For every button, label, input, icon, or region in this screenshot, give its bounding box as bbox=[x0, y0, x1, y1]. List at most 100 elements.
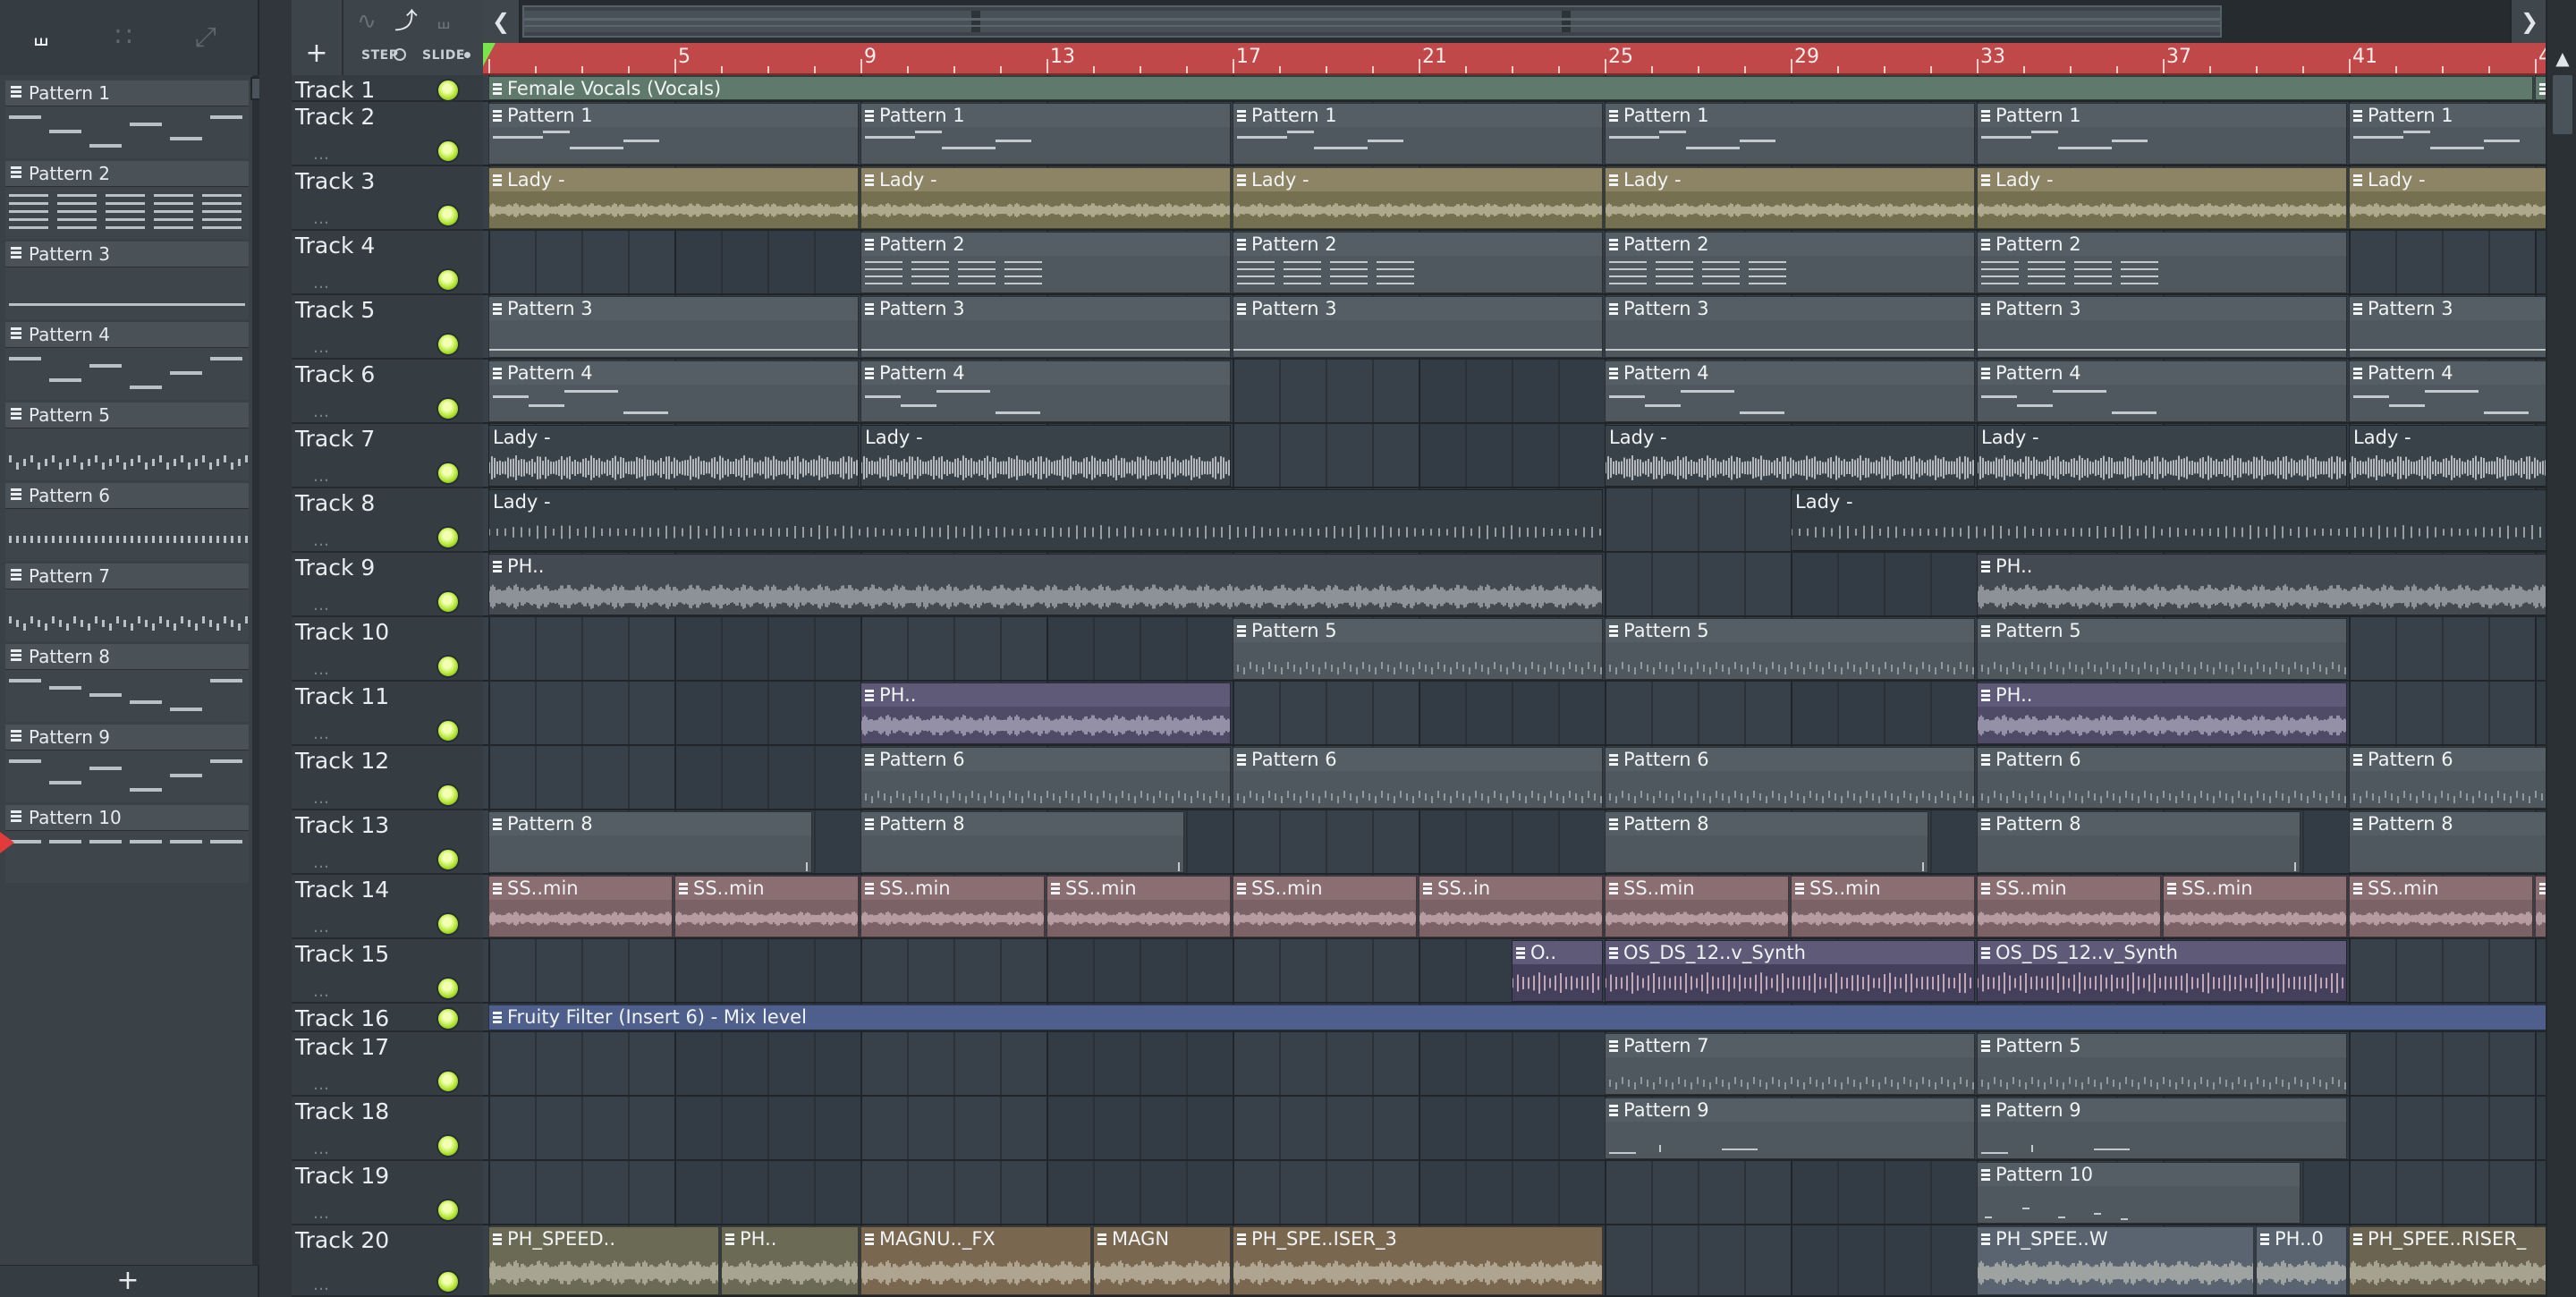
picker-pattern-item[interactable]: Pattern 1 bbox=[5, 81, 249, 159]
add-pattern-button[interactable]: + bbox=[114, 1267, 141, 1294]
track-header[interactable]: Track 4… bbox=[292, 231, 483, 295]
track-mute-led[interactable] bbox=[436, 977, 460, 1000]
track-name[interactable]: Track 17 bbox=[295, 1034, 389, 1061]
pattern-clip[interactable]: Pattern 2 bbox=[860, 232, 1231, 293]
pattern-clip[interactable]: Pattern 3 bbox=[2349, 296, 2546, 358]
track-options-icon[interactable]: … bbox=[313, 147, 329, 163]
audio-clip[interactable]: Lady - bbox=[488, 167, 859, 229]
audio-clip[interactable]: SS..min bbox=[2349, 876, 2533, 937]
audio-clip[interactable]: Lady - bbox=[1977, 167, 2347, 229]
track-mute-led[interactable] bbox=[436, 1270, 460, 1293]
track-name[interactable]: Track 7 bbox=[295, 426, 375, 453]
pattern-clip[interactable]: Pattern 4 bbox=[1605, 360, 1975, 422]
pattern-clip[interactable]: Pattern 3 bbox=[1977, 296, 2347, 358]
picker-pattern-item[interactable]: Pattern 9 bbox=[5, 725, 249, 803]
audio-clip[interactable]: O.. bbox=[1512, 940, 1603, 1002]
track-header[interactable]: Track 11… bbox=[292, 682, 483, 746]
pattern-clip[interactable]: Pattern 9 bbox=[1977, 1098, 2347, 1159]
audio-clip[interactable]: Lady - bbox=[488, 425, 859, 487]
pattern-clip[interactable]: Pattern 1 bbox=[1233, 103, 1603, 165]
picker-pattern-item[interactable]: Pattern 8 bbox=[5, 644, 249, 723]
track-options-icon[interactable]: … bbox=[313, 533, 329, 549]
track-name[interactable]: Track 20 bbox=[295, 1227, 389, 1254]
track-name[interactable]: Track 9 bbox=[295, 555, 375, 581]
audio-clip[interactable]: SS..min bbox=[1977, 876, 2161, 937]
audio-clip[interactable]: SS..in bbox=[1419, 876, 1603, 937]
picker-pattern-header[interactable]: Pattern 5 bbox=[5, 403, 249, 428]
audio-clip[interactable]: PH.. bbox=[721, 1226, 859, 1295]
track-name[interactable]: Track 5 bbox=[295, 297, 375, 324]
track-options-icon[interactable]: … bbox=[313, 211, 329, 227]
picker-pattern-item[interactable]: Pattern 6 bbox=[5, 483, 249, 562]
track-name[interactable]: Track 11 bbox=[295, 683, 389, 710]
audio-clip[interactable]: Female Vocals (Vocals) bbox=[488, 76, 2533, 100]
track-name[interactable]: Track 18 bbox=[295, 1098, 389, 1125]
audio-clip[interactable]: MAGNU.._FX bbox=[860, 1226, 1091, 1295]
audio-clip[interactable]: SS..min bbox=[674, 876, 859, 937]
timeline-ruler[interactable]: 5913172125293337414549535761656973778185 bbox=[483, 43, 2563, 75]
track-mute-led[interactable] bbox=[436, 462, 460, 485]
pattern-clip[interactable]: Pattern 6 bbox=[1233, 747, 1603, 809]
track-options-icon[interactable]: … bbox=[313, 1077, 329, 1093]
audio-clip[interactable]: Lady - bbox=[860, 425, 1231, 487]
pattern-clip[interactable]: Pattern 6 bbox=[1977, 747, 2347, 809]
picker-pattern-item[interactable]: Pattern 5 bbox=[5, 403, 249, 481]
track-mute-led[interactable] bbox=[436, 1070, 460, 1093]
pattern-clip[interactable]: Pattern 2 bbox=[1977, 232, 2347, 293]
step-toggle[interactable] bbox=[394, 48, 406, 61]
audio-clip[interactable]: Lady - bbox=[1605, 425, 1975, 487]
track-options-icon[interactable]: … bbox=[313, 1206, 329, 1222]
audio-clip[interactable]: PH_SPEED.. bbox=[488, 1226, 719, 1295]
track-mute-led[interactable] bbox=[436, 333, 460, 356]
track-options-icon[interactable]: … bbox=[313, 404, 329, 420]
audio-clip[interactable]: SS..min bbox=[2535, 876, 2546, 937]
piano-roll-icon[interactable]: ⧢ bbox=[16, 20, 66, 55]
picker-pattern-item[interactable]: Pattern 4 bbox=[5, 322, 249, 401]
track-name[interactable]: Track 8 bbox=[295, 490, 375, 517]
track-mute-led[interactable] bbox=[436, 204, 460, 227]
track-header[interactable]: Track 12… bbox=[292, 746, 483, 810]
overview-scroll-strip[interactable] bbox=[522, 5, 2222, 38]
track-options-icon[interactable]: … bbox=[313, 984, 329, 1000]
audio-clip[interactable]: PH.. bbox=[860, 682, 1231, 744]
audio-clip[interactable]: PH.. bbox=[1977, 682, 2347, 744]
track-mute-led[interactable] bbox=[436, 79, 460, 102]
pattern-clip[interactable]: Pattern 5 bbox=[1605, 618, 1975, 680]
track-header[interactable]: Track 14 … bbox=[292, 875, 483, 939]
picker-pattern-header[interactable]: Pattern 7 bbox=[5, 564, 249, 589]
pattern-clip[interactable]: Pattern 1 bbox=[860, 103, 1231, 165]
picker-pattern-header[interactable]: Pattern 9 bbox=[5, 725, 249, 750]
track-name[interactable]: Track 13 bbox=[295, 812, 389, 839]
track-header[interactable]: Track 2… bbox=[292, 102, 483, 166]
track-mute-led[interactable] bbox=[436, 655, 460, 678]
pattern-clip[interactable]: Pattern 5 bbox=[1233, 618, 1603, 680]
track-mute-led[interactable] bbox=[436, 848, 460, 871]
track-options-icon[interactable]: … bbox=[313, 340, 329, 356]
audio-clip[interactable]: SS..min bbox=[860, 876, 1045, 937]
track-mute-led[interactable] bbox=[436, 784, 460, 807]
vertical-scrollbar[interactable]: ▲ bbox=[2546, 0, 2576, 1297]
pattern-clip[interactable]: Pattern 1 bbox=[1605, 103, 1975, 165]
picker-pattern-item[interactable]: Pattern 3 bbox=[5, 242, 249, 320]
pattern-clip[interactable]: Pattern 3 bbox=[860, 296, 1231, 358]
track-name[interactable]: Track 14 bbox=[295, 877, 389, 903]
track-header[interactable]: Track 5 … bbox=[292, 295, 483, 360]
audio-clip[interactable]: SS..min bbox=[1233, 876, 1417, 937]
scroll-up-button[interactable]: ▲ bbox=[2547, 43, 2576, 73]
automation-clip[interactable]: Fruity Filter (Insert 6) - Mix level bbox=[488, 1005, 2546, 1030]
track-options-icon[interactable]: … bbox=[313, 920, 329, 936]
audio-clip[interactable]: PH_SPE..ISER_3 bbox=[1233, 1226, 1603, 1295]
pattern-clip[interactable]: Pattern 3 bbox=[1233, 296, 1603, 358]
audio-clip[interactable]: PH_SPEE..W bbox=[1977, 1226, 2254, 1295]
audio-clip[interactable]: Lady - bbox=[2349, 425, 2546, 487]
track-options-icon[interactable]: … bbox=[313, 1141, 329, 1157]
audio-clip[interactable]: Lady - bbox=[488, 489, 1603, 551]
track-name[interactable]: Track 16 bbox=[295, 1005, 389, 1032]
track-mute-led[interactable] bbox=[436, 397, 460, 420]
picker-pattern-header[interactable]: Pattern 10 bbox=[5, 805, 249, 831]
audio-clip[interactable]: Lady - bbox=[2349, 167, 2546, 229]
pattern-clip[interactable]: Pattern 5 bbox=[1977, 1033, 2347, 1095]
track-options-icon[interactable]: … bbox=[313, 1277, 329, 1293]
track-header[interactable]: Track 1 bbox=[292, 75, 483, 103]
audio-clip[interactable]: OS_DS_12..v_Synth bbox=[1605, 940, 1975, 1002]
